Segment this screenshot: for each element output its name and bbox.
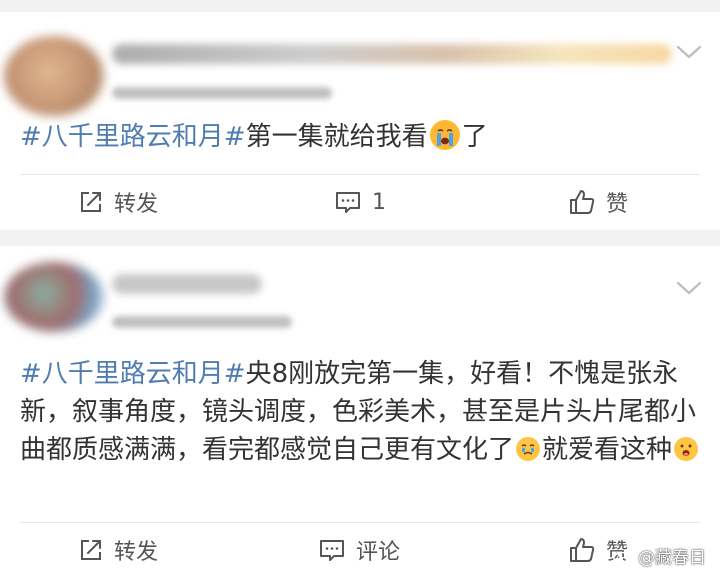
comment-count: 1 [372,189,386,215]
post-text: #八千里路云和月#第一集就给我看 了 [20,118,702,156]
watermark-text: @藏春日 [638,548,706,568]
divider [20,522,700,523]
repost-button[interactable]: 转发 [78,532,158,568]
post-body-end: 就爱看这种 [542,435,673,465]
divider [20,174,700,175]
avatar[interactable] [4,262,104,332]
thumbs-up-icon [570,190,595,214]
post-text: #八千里路云和月#央8刚放完第一集，好看！不愧是张永新，叙事角度，镜头调度，色彩… [20,355,702,469]
repost-icon [81,540,101,560]
avatar[interactable] [4,36,104,116]
watermark: @藏春日 [613,543,706,568]
post-card: #八千里路云和月#央8刚放完第一集，好看！不愧是张永新，叙事角度，镜头调度，色彩… [0,246,720,578]
post-card: #八千里路云和月#第一集就给我看 了 转发 1 赞 [0,12,720,230]
repost-icon [81,192,101,212]
comment-icon [336,192,360,213]
hashtag-link[interactable]: #八千里路云和月# [20,359,246,389]
username-blurred[interactable] [112,274,262,294]
excited-face-icon [674,437,699,461]
repost-button[interactable]: 转发 [78,184,158,220]
comment-button[interactable]: 评论 [318,532,400,568]
chevron-down-icon[interactable] [674,278,704,298]
like-label: 赞 [606,192,629,217]
like-button[interactable]: 赞 [568,184,628,220]
crying-face-icon [429,120,460,150]
username-blurred[interactable] [112,44,672,64]
post-meta-blurred [112,87,332,99]
post-meta-blurred [112,316,292,328]
weibo-logo-icon [613,548,633,564]
tearful-face-icon [516,437,541,461]
chevron-down-icon[interactable] [674,42,704,62]
comment-label: 评论 [356,540,401,565]
comment-button[interactable]: 1 [334,184,386,220]
post-body-end: 了 [461,122,488,152]
post-body: 第一集就给我看 [245,122,428,152]
hashtag-link[interactable]: #八千里路云和月# [20,122,246,152]
repost-label: 转发 [114,192,159,217]
comment-icon [320,540,344,561]
repost-label: 转发 [114,540,159,565]
thumbs-up-icon [570,538,595,562]
